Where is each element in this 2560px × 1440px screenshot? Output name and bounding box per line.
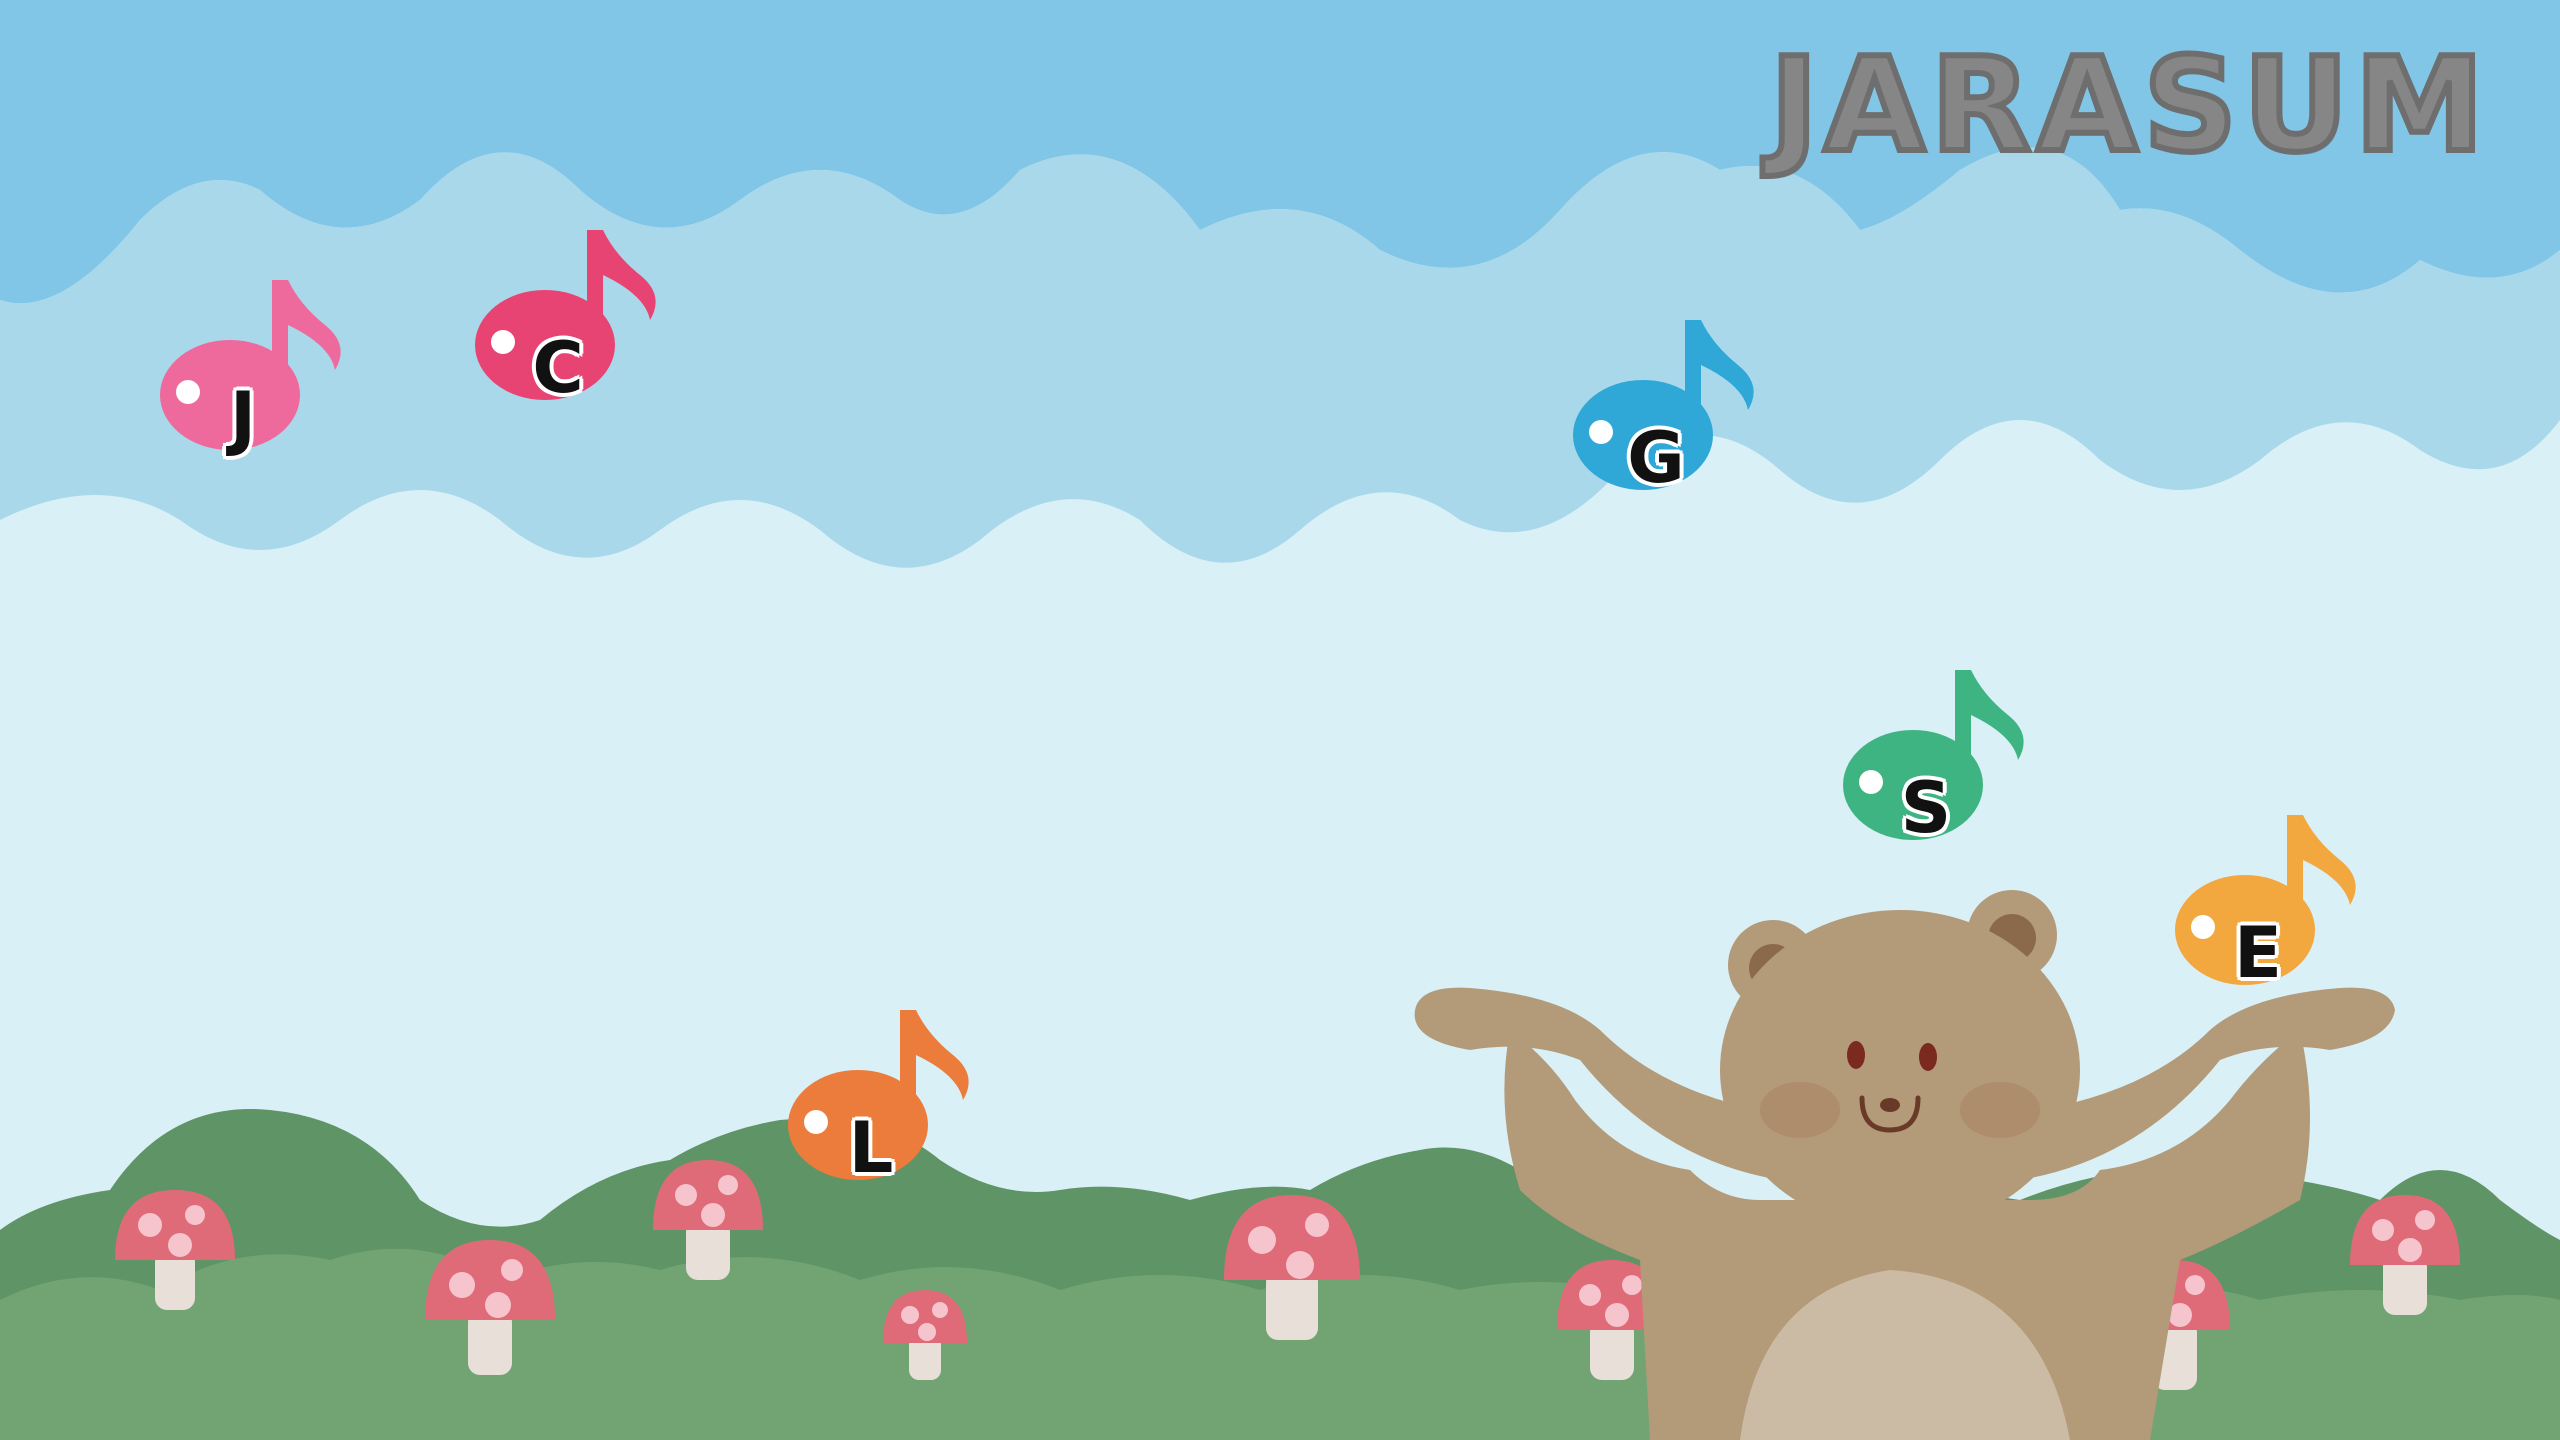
music-note-g[interactable]: G xyxy=(1573,305,1773,505)
note-letter: G xyxy=(1626,417,1685,499)
note-letter: S xyxy=(1900,767,1952,849)
background-scenery xyxy=(0,0,2560,1440)
bear-nose xyxy=(1880,1098,1900,1112)
music-note-l[interactable]: L xyxy=(788,995,988,1195)
bear-eye-left xyxy=(1847,1041,1865,1069)
bear-eye-right xyxy=(1919,1043,1937,1071)
note-letter: C xyxy=(531,327,584,409)
note-letter: E xyxy=(2233,912,2283,994)
game-scene: JARASUM J C G S E L xyxy=(0,0,2560,1440)
bear-head xyxy=(1720,910,2080,1230)
game-logo: JARASUM xyxy=(1767,29,2490,181)
music-note-j[interactable]: J xyxy=(160,265,360,465)
music-note-c[interactable]: C xyxy=(475,215,675,415)
note-letter: L xyxy=(848,1107,895,1189)
music-note-e[interactable]: E xyxy=(2175,800,2375,1000)
note-letter: J xyxy=(229,377,257,459)
music-note-s[interactable]: S xyxy=(1843,655,2043,855)
